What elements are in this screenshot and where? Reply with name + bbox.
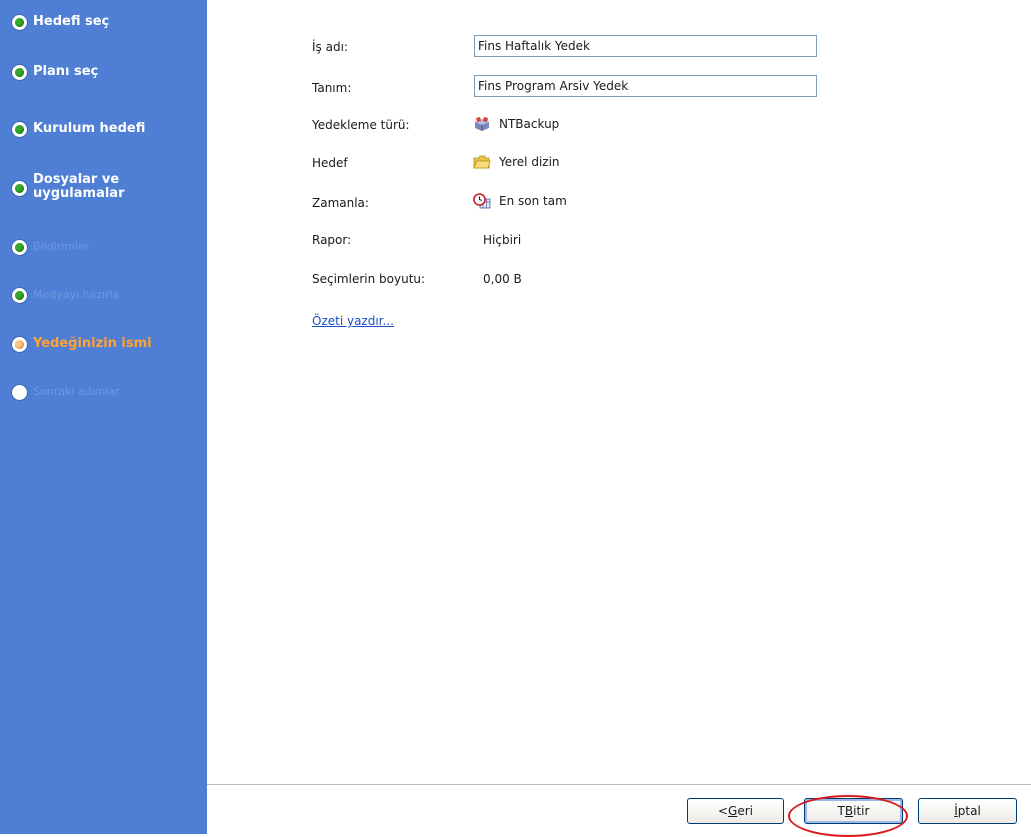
finish-button-prefix: T: [837, 804, 845, 818]
finish-button[interactable]: T Bitir: [804, 798, 903, 824]
step-complete-icon: [12, 15, 27, 30]
step-complete-icon: [12, 288, 27, 303]
finish-button-mnemonic: B: [844, 804, 854, 818]
step-label: Dosyalar ve uygulamalar: [33, 172, 125, 201]
step-label: Bildirimler: [33, 240, 90, 253]
wizard-footer: < Geri T Bitir İptal: [207, 784, 1031, 835]
schedule-text: En son tam: [499, 194, 567, 208]
step-label: Medyayı hazırla: [33, 288, 120, 301]
step-select-target: Hedefi seç: [12, 15, 109, 30]
summary-panel: İş adı: Fins Haftalık Yedek Tanım: Fins …: [207, 0, 1031, 784]
step-pending-icon: [12, 385, 27, 400]
schedule-value: En son tam: [473, 193, 567, 209]
report-label: Rapor:: [312, 233, 352, 247]
schedule-clock-icon: [473, 193, 491, 209]
step-complete-icon: [12, 181, 27, 196]
description-field[interactable]: Fins Program Arsiv Yedek: [474, 75, 817, 97]
cancel-button[interactable]: İptal: [918, 798, 1017, 824]
step-complete-icon: [12, 240, 27, 255]
step-complete-icon: [12, 122, 27, 137]
step-label: Kurulum hedefi: [33, 121, 146, 136]
target-text: Yerel dizin: [499, 155, 560, 169]
step-select-plan: Planı seç: [12, 65, 98, 80]
step-prepare-media: Medyayı hazırla: [12, 288, 119, 303]
step-files-apps: Dosyalar ve uygulamalar: [12, 173, 124, 201]
back-button-mnemonic: G: [728, 804, 738, 818]
step-label: Hedefi seç: [33, 14, 110, 29]
job-name-field[interactable]: Fins Haftalık Yedek: [474, 35, 817, 57]
cancel-button-label: ptal: [957, 804, 981, 818]
back-button-prefix: <: [717, 804, 729, 818]
report-value: Hiçbiri: [483, 233, 521, 247]
selection-size-label: Seçimlerin boyutu:: [312, 272, 426, 286]
print-summary-link[interactable]: Özeti yazdır...: [312, 314, 394, 328]
step-label: Planı seç: [33, 64, 99, 79]
target-value: Yerel dizin: [473, 154, 560, 170]
step-label: Sonraki adımlar: [33, 385, 120, 398]
job-name-label: İş adı:: [312, 40, 348, 54]
step-complete-icon: [12, 65, 27, 80]
wizard-sidebar: Hedefi seç Planı seç Kurulum hedefi Dosy…: [0, 0, 207, 834]
finish-button-label: itir: [853, 804, 870, 818]
schedule-label: Zamanla:: [312, 196, 369, 210]
backup-type-label: Yedekleme türü:: [312, 118, 410, 132]
step-label: Yedeğinizin ismi: [33, 336, 152, 351]
step-backup-name: Yedeğinizin ismi: [12, 337, 152, 352]
description-label: Tanım:: [312, 81, 352, 95]
step-notifications: Bildirimler: [12, 240, 89, 255]
back-button[interactable]: < Geri: [687, 798, 784, 824]
selection-size-text: 0,00 B: [483, 272, 522, 286]
folder-icon: [473, 155, 491, 169]
target-label: Hedef: [312, 156, 348, 170]
ntbackup-icon: [475, 117, 489, 131]
step-next-steps: Sonraki adımlar: [12, 385, 120, 400]
backup-type-value: NTBackup: [473, 116, 559, 132]
backup-type-text: NTBackup: [499, 117, 560, 131]
selection-size-value: 0,00 B: [483, 272, 522, 286]
back-button-label: eri: [737, 804, 754, 818]
step-current-icon: [12, 337, 27, 352]
report-text: Hiçbiri: [483, 233, 522, 247]
step-setup-target: Kurulum hedefi: [12, 122, 145, 137]
